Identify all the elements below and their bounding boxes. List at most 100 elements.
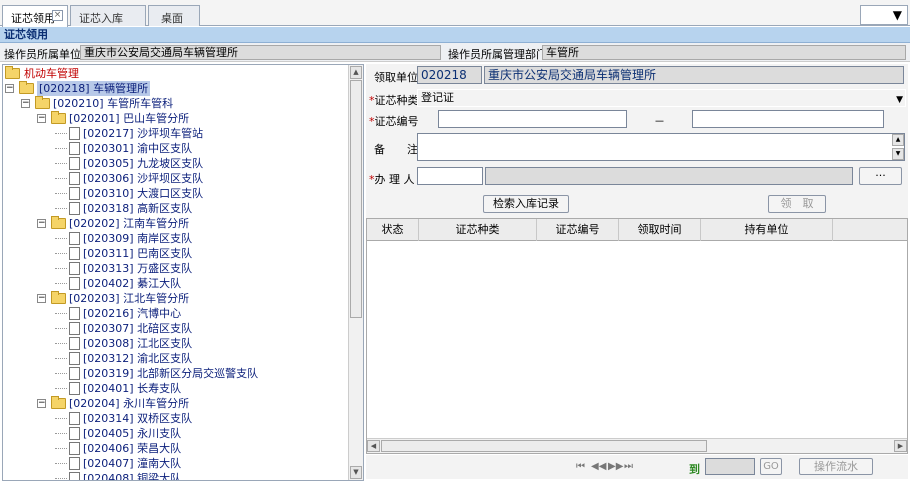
collapse-icon[interactable]: − [5, 84, 14, 93]
document-icon [69, 367, 80, 380]
first-page-icon[interactable]: ⏮ [576, 461, 585, 472]
document-icon [69, 157, 80, 170]
document-icon [69, 172, 80, 185]
tree-node-label: [020311] 巴南区支队 [83, 247, 193, 260]
table-hscrollbar[interactable]: ◀ ▶ [367, 438, 907, 453]
operator-unit-label: 操作员所属单位 [4, 48, 81, 61]
tree-node-label: [020305] 九龙坡区支队 [83, 157, 204, 170]
operator-dept-label: 操作员所属管理部门 [448, 48, 547, 61]
document-icon [69, 472, 80, 480]
document-icon [69, 127, 80, 140]
tree-node-label: 机动车管理 [24, 67, 79, 80]
column-header-holder-unit[interactable]: 持有单位 [701, 219, 833, 241]
tree-connector [55, 208, 67, 209]
tree-connector [55, 418, 67, 419]
tree-node-label: [020312] 渝北区支队 [83, 352, 193, 365]
cert-no-label: *证芯编号 [369, 113, 419, 129]
collapse-icon[interactable]: − [21, 99, 30, 108]
tree-node-label: [020405] 永川支队 [83, 427, 182, 440]
handler-label-text: 办 理 人 [374, 173, 415, 186]
scroll-thumb[interactable] [350, 80, 362, 318]
scroll-left-icon[interactable]: ◀ [367, 440, 380, 452]
column-header-cert-no[interactable]: 证芯编号 [537, 219, 619, 241]
document-icon [69, 457, 80, 470]
cert-no-to-input[interactable] [692, 110, 884, 128]
tree-node-label: [020318] 高新区支队 [83, 202, 193, 215]
document-icon [69, 442, 80, 455]
next-page-icon[interactable]: ▶▶ [608, 461, 623, 472]
folder-icon [35, 96, 50, 109]
tree-node-label: [020203] 江北车管分所 [69, 292, 190, 305]
tab-label: 桌面 [161, 12, 183, 25]
tab-menu-button[interactable]: ▼ [860, 5, 908, 25]
tree-connector [55, 463, 67, 464]
collapse-icon[interactable]: − [37, 219, 46, 228]
last-page-icon[interactable]: ⏭ [624, 461, 633, 472]
tree-connector [55, 283, 67, 284]
scroll-down-icon[interactable]: ▼ [892, 148, 904, 160]
cert-type-label: *证芯种类 [369, 92, 419, 108]
table-header: 状态 证芯种类 证芯编号 领取时间 持有单位 [367, 219, 907, 241]
handler-code-input[interactable] [417, 167, 483, 185]
tree-node-label: [020401] 长寿支队 [83, 382, 182, 395]
collapse-icon[interactable]: − [37, 114, 46, 123]
handler-lookup-button[interactable]: ··· [859, 167, 902, 185]
operator-unit-field: 重庆市公安局交通局车辆管理所 [80, 45, 441, 60]
tree-connector [55, 253, 67, 254]
column-header-status[interactable]: 状态 [367, 219, 419, 241]
remark-label: 备 注 [374, 143, 418, 156]
scroll-up-icon[interactable]: ▲ [350, 66, 362, 79]
operator-info-row: 操作员所属单位 重庆市公安局交通局车辆管理所 操作员所属管理部门 车管所 [0, 43, 910, 62]
document-icon [69, 187, 80, 200]
close-icon[interactable]: × [52, 10, 63, 21]
folder-icon [51, 216, 66, 229]
tree-node-label: [020402] 綦江大队 [83, 277, 182, 290]
tree-node-label: [020216] 汽博中心 [83, 307, 182, 320]
tab-desktop[interactable]: 桌面 [148, 5, 200, 26]
collapse-icon[interactable]: − [37, 399, 46, 408]
tree-scrollbar[interactable]: ▲ ▼ [348, 65, 363, 480]
operation-log-button[interactable]: 操作流水 [799, 458, 873, 475]
tree-node-label: [020310] 大渡口区支队 [83, 187, 204, 200]
unit-tree: 机动车管理 − [020218] 车辆管理所 − [020210] 车管所车管科 − [02… [2, 64, 364, 481]
tree-node-label: [020210] 车管所车管科 [53, 97, 174, 110]
receive-form: 领取单位 020218 重庆市公安局交通局车辆管理所 *证芯种类 登记证 ▼ *… [366, 64, 908, 218]
collapse-icon[interactable]: − [37, 294, 46, 303]
search-stockin-button[interactable]: 检索入库记录 [483, 195, 569, 213]
document-icon [69, 322, 80, 335]
chevron-down-icon: ▼ [892, 8, 902, 22]
scroll-down-icon[interactable]: ▼ [350, 466, 362, 479]
tree-node-label: [020406] 荣昌大队 [83, 442, 182, 455]
document-icon [69, 142, 80, 155]
tree-node-label: [020204] 永川车管分所 [69, 397, 190, 410]
operator-dept-field: 车管所 [542, 45, 906, 60]
prev-page-icon[interactable]: ◀◀ [591, 461, 606, 472]
scroll-right-icon[interactable]: ▶ [894, 440, 907, 452]
scroll-up-icon[interactable]: ▲ [892, 134, 904, 146]
folder-icon [51, 291, 66, 304]
receive-button[interactable]: 领 取 [768, 195, 826, 213]
remark-textarea[interactable]: ▲ ▼ [417, 133, 905, 161]
page-number-input[interactable] [705, 458, 755, 475]
tree-connector [55, 358, 67, 359]
tree-connector [55, 238, 67, 239]
tree-connector [55, 178, 67, 179]
tab-cert-stockin[interactable]: 证芯入库 [70, 5, 146, 26]
folder-icon [51, 111, 66, 124]
tab-cert-receive[interactable]: 证芯领用 × [2, 5, 68, 27]
cert-type-select[interactable]: 登记证 ▼ [417, 89, 906, 107]
document-icon [69, 247, 80, 260]
go-button[interactable]: GO [760, 458, 782, 475]
chevron-down-icon[interactable]: ▼ [896, 92, 903, 108]
tree-connector [55, 193, 67, 194]
cert-no-from-input[interactable] [438, 110, 627, 128]
scroll-thumb[interactable] [381, 440, 707, 452]
tree-connector [55, 148, 67, 149]
tree-node-label: [020408] 铜梁大队 [83, 472, 182, 481]
column-header-cert-type[interactable]: 证芯种类 [419, 219, 537, 241]
tree-connector [55, 388, 67, 389]
cert-type-value: 登记证 [421, 91, 454, 104]
tree-connector [55, 433, 67, 434]
tree-node-label: [020314] 双桥区支队 [83, 412, 193, 425]
column-header-receive-time[interactable]: 领取时间 [619, 219, 701, 241]
